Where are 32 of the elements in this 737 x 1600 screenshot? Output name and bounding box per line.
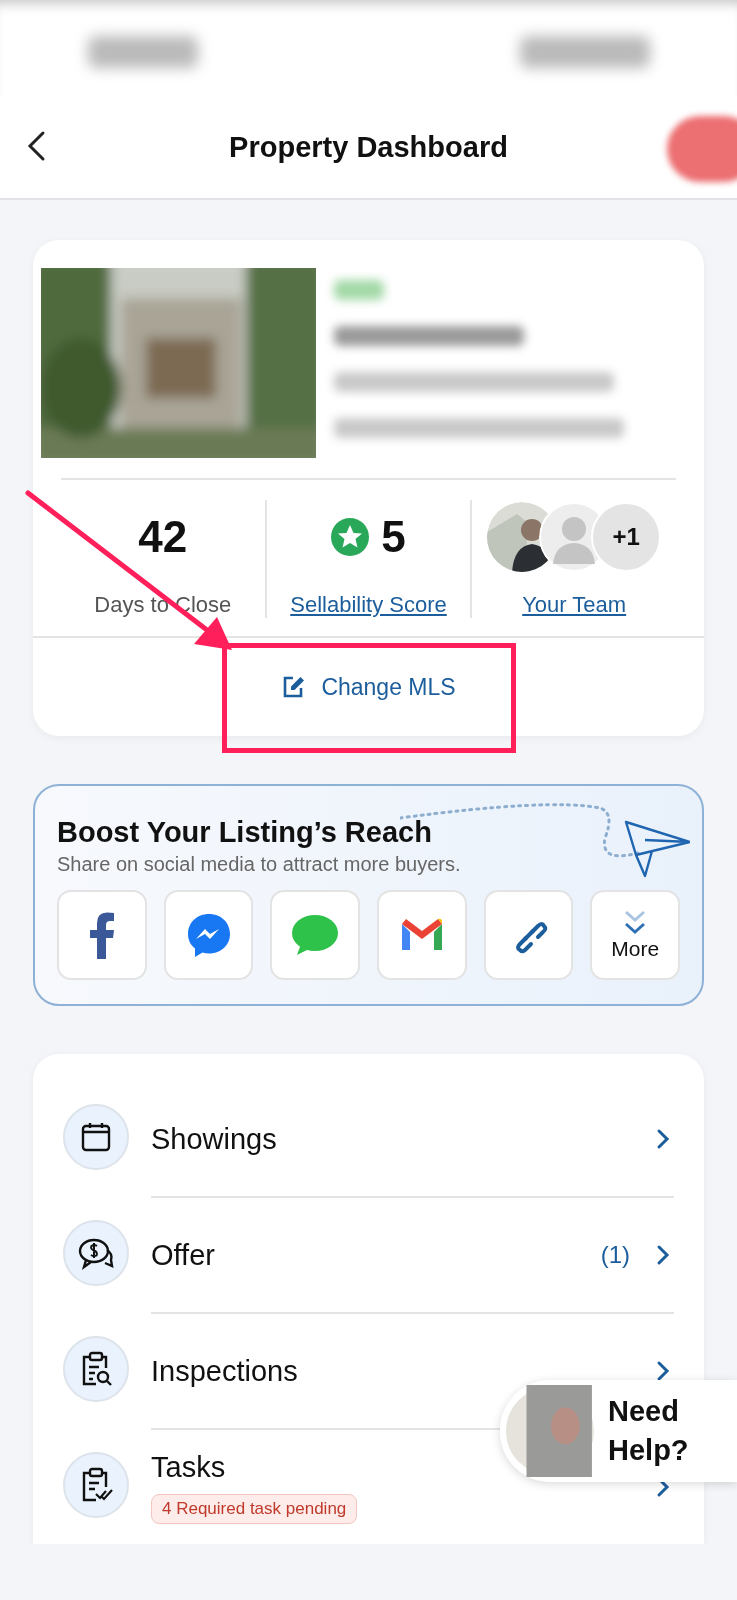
share-subtitle: Share on social media to attract more buyers. xyxy=(57,853,462,876)
link-share-button[interactable] xyxy=(483,890,574,980)
speech-bubble-icon xyxy=(291,914,340,956)
stat-link[interactable]: Sellability Score xyxy=(290,592,447,618)
gmail-icon xyxy=(399,918,444,952)
menu-item[interactable]: Inspections xyxy=(151,1354,298,1388)
blurred-tag xyxy=(334,280,384,300)
menu-item[interactable]: Tasks xyxy=(151,1450,226,1484)
stat-value: 42 xyxy=(138,512,188,562)
stat-link[interactable]: Your Team xyxy=(522,592,627,618)
pending-badge: 4 Required task pending xyxy=(151,1493,358,1524)
chevron-icon xyxy=(656,1360,670,1382)
page-title: Property Dashboard xyxy=(229,130,508,164)
help-label: Need Help? xyxy=(608,1393,690,1468)
count-label: (1) xyxy=(600,1241,630,1269)
stat-value: 5 xyxy=(381,512,406,562)
blurred-avatar-icon xyxy=(504,1385,596,1477)
menu-item[interactable]: Showings xyxy=(151,1122,277,1156)
messenger-share-button[interactable] xyxy=(163,890,254,980)
gmail-share-button[interactable] xyxy=(377,890,467,980)
team-count-badge: +1 xyxy=(591,502,662,572)
help-toast[interactable]: Need Help? xyxy=(500,1380,737,1482)
notification-badge xyxy=(667,116,737,182)
chevron-icon xyxy=(656,1128,670,1150)
more-share-button[interactable]: More xyxy=(590,890,681,980)
chevron-icon xyxy=(656,1244,670,1266)
back-icon[interactable] xyxy=(26,130,46,162)
messenger-icon xyxy=(185,912,232,958)
chevron-down-icon xyxy=(623,909,648,937)
share-title: Boost Your Listing’s Reach xyxy=(57,816,433,849)
menu-item[interactable]: Offer xyxy=(151,1238,215,1272)
facebook-share-button[interactable] xyxy=(57,890,147,980)
